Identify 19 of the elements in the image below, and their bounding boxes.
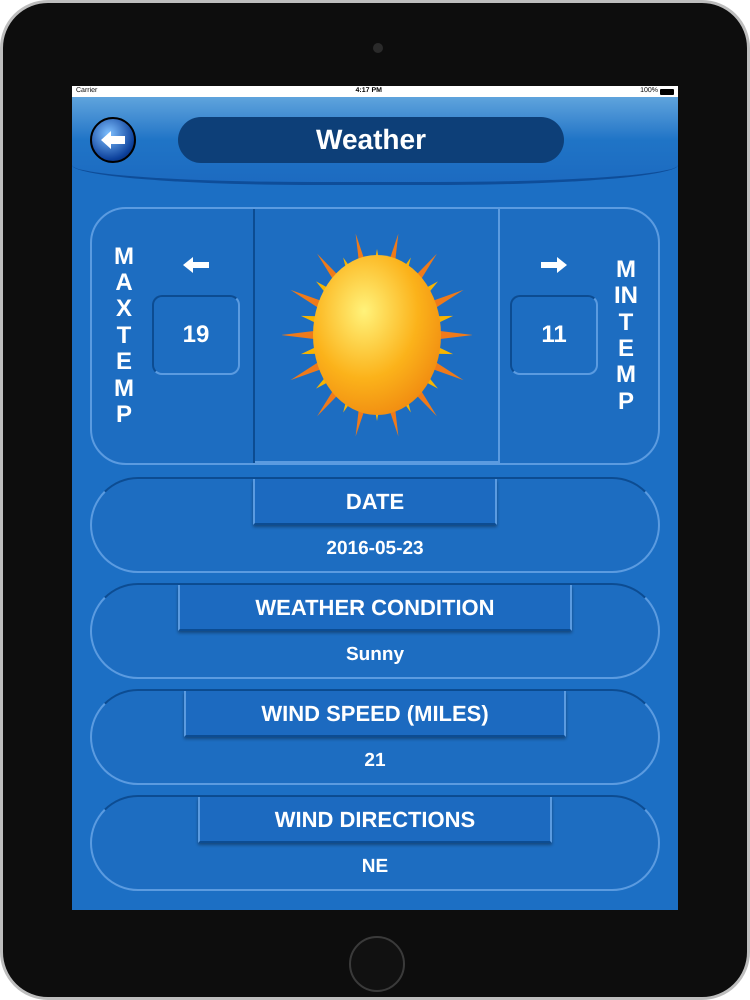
title-text: Weather [316,122,426,156]
right-arrow-icon [541,257,567,273]
card-value: NE [362,855,388,879]
back-button[interactable] [90,116,136,162]
card-label: DATE [253,479,497,525]
min-temp-value: 11 [541,320,567,350]
card-value: 21 [364,749,386,773]
card-value: 2016-05-23 [326,537,424,561]
max-temp-value: 19 [182,320,210,350]
card-label: WEATHER CONDITION [178,585,572,631]
back-arrow-icon [101,130,125,148]
battery-icon [660,88,674,94]
card-value: Sunny [346,643,404,667]
card-label: WIND SPEED (MILES) [184,691,566,737]
max-temp-label: MAX TEMP [113,244,135,428]
card-label: WIND DIRECTIONS [198,797,552,843]
min-temp-label: MIN TEMP [614,256,638,416]
left-arrow-icon [183,257,209,273]
camera-icon [373,43,383,53]
